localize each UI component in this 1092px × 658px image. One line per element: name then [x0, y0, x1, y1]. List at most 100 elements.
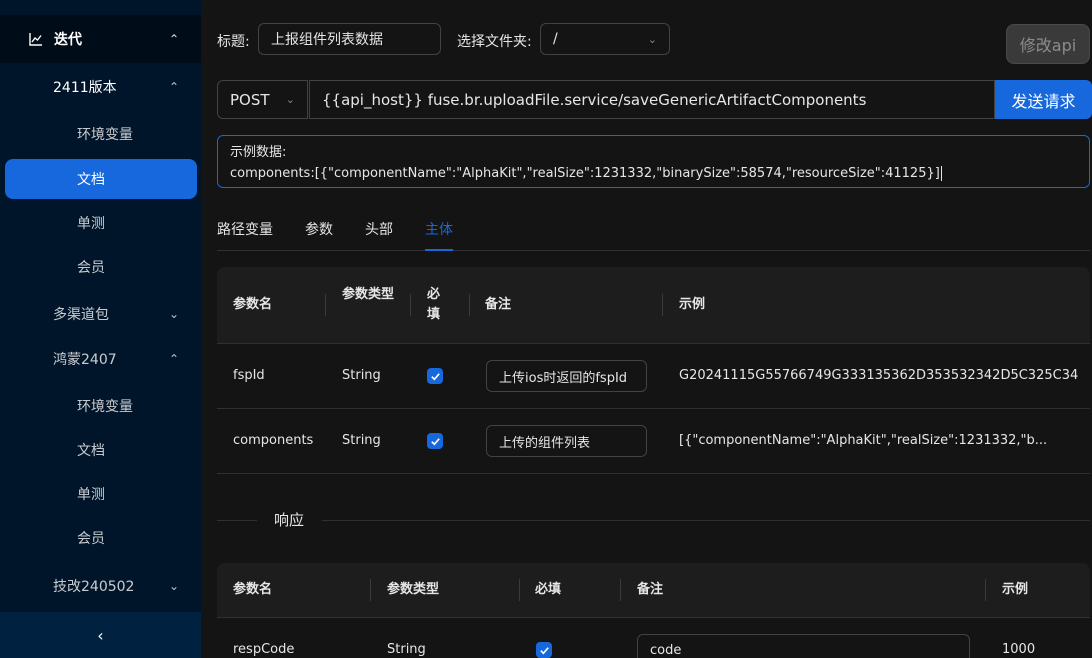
sidebar-item-2411[interactable]: 2411版本 ⌃ — [0, 67, 201, 107]
param-example: 1000 — [1002, 642, 1036, 657]
tab-path-variables[interactable]: 路径变量 — [217, 219, 273, 239]
modify-api-button[interactable]: 修改api — [1006, 24, 1090, 64]
chevron-up-icon: ⌃ — [168, 32, 179, 46]
col-header-example: 示例 — [1002, 582, 1029, 597]
tab-active-indicator — [425, 249, 453, 251]
title-label: 标题: — [217, 34, 250, 50]
response-divider: 响应 — [217, 508, 1090, 532]
tab-headers[interactable]: 头部 — [365, 219, 393, 239]
table-row: respCode String code 1000 — [217, 618, 1090, 658]
folder-label: 选择文件夹: — [457, 34, 532, 50]
sidebar-item-harmony[interactable]: 鸿蒙2407 ⌃ — [0, 339, 201, 379]
note-value: 上传的组件列表 — [499, 435, 591, 451]
column-separator — [519, 579, 520, 601]
note-input[interactable]: 上传ios时返回的fspId — [486, 360, 647, 392]
required-checkbox[interactable] — [427, 368, 443, 384]
title-input-value: 上报组件列表数据 — [271, 32, 383, 48]
text-caret — [940, 166, 942, 181]
sidebar-collapse-button[interactable]: ‹ — [0, 612, 201, 658]
request-tabs: 路径变量 参数 头部 主体 — [217, 210, 1090, 251]
chevron-left-icon: ‹ — [97, 625, 104, 645]
column-separator — [370, 579, 371, 601]
divider-line — [322, 520, 1090, 521]
body-params-table: 参数名 参数类型 必填 备注 示例 fspId String 上传ios时返回的… — [217, 267, 1090, 474]
example-data-title: 示例数据: — [230, 145, 287, 160]
col-header-required: 必填 — [535, 582, 562, 597]
check-icon — [430, 437, 440, 445]
example-data-text: components:[{"componentName":"AlphaKit",… — [230, 166, 940, 181]
col-header-type: 参数类型 — [342, 287, 395, 302]
param-type: String — [342, 368, 381, 383]
col-header-required: 必填 — [427, 287, 441, 322]
sidebar-root-iteration[interactable]: 迭代 ⌃ — [0, 15, 201, 63]
method-select[interactable]: POST ⌄ — [217, 80, 308, 119]
url-input[interactable]: {{api_host}} fuse.br.uploadFile.service/… — [309, 80, 995, 119]
send-request-label: 发送请求 — [1011, 91, 1076, 111]
method-value: POST — [230, 90, 270, 109]
column-separator — [325, 294, 326, 316]
sidebar: 迭代 ⌃ 2411版本 ⌃ 环境变量 文档 单测 会员 多渠道包 ⌄ 鸿蒙240… — [0, 0, 201, 658]
param-example: [{"componentName":"AlphaKit","realSize":… — [679, 433, 1048, 448]
col-header-example: 示例 — [679, 297, 706, 312]
table-row: components String 上传的组件列表 [{"componentNa… — [217, 409, 1090, 474]
title-input[interactable]: 上报组件列表数据 — [258, 23, 441, 55]
modify-api-label: 修改api — [1019, 36, 1077, 55]
param-type: String — [342, 433, 381, 448]
response-params-table: 参数名 参数类型 必填 备注 示例 respCode String code 1… — [217, 563, 1090, 658]
sidebar-item-member-2[interactable]: 会员 — [0, 518, 201, 558]
chevron-down-icon: ⌄ — [168, 579, 179, 593]
sidebar-item-tech-240502[interactable]: 技改240502 ⌄ — [0, 566, 201, 606]
table-header: 参数名 参数类型 必填 备注 示例 — [217, 563, 1090, 618]
divider-line — [217, 520, 257, 521]
sidebar-item-label: 单测 — [77, 216, 105, 232]
sidebar-item-env-vars-2[interactable]: 环境变量 — [0, 386, 201, 426]
table-header: 参数名 参数类型 必填 备注 示例 — [217, 267, 1090, 344]
sidebar-item-label: 多渠道包 — [53, 307, 109, 323]
table-row: fspId String 上传ios时返回的fspId G20241115G55… — [217, 344, 1090, 409]
param-type: String — [387, 642, 426, 657]
param-name: respCode — [233, 642, 295, 657]
sidebar-item-label: 2411版本 — [53, 80, 117, 96]
sidebar-item-member[interactable]: 会员 — [0, 247, 201, 287]
sidebar-item-env-vars[interactable]: 环境变量 — [0, 114, 201, 154]
sidebar-item-label: 会员 — [77, 260, 105, 276]
sidebar-item-docs-2[interactable]: 文档 — [0, 430, 201, 470]
col-header-name: 参数名 — [233, 297, 273, 312]
example-data-textarea[interactable]: 示例数据: components:[{"componentName":"Alph… — [217, 135, 1090, 188]
sidebar-item-label: 环境变量 — [77, 127, 133, 143]
line-chart-icon — [29, 33, 42, 46]
column-separator — [985, 579, 986, 601]
col-header-note: 备注 — [485, 297, 512, 312]
required-checkbox[interactable] — [427, 433, 443, 449]
response-divider-label: 响应 — [274, 511, 305, 529]
tab-body[interactable]: 主体 — [425, 219, 453, 239]
chevron-down-icon: ⌄ — [285, 93, 295, 106]
sidebar-item-label: 会员 — [77, 531, 105, 547]
check-icon — [539, 646, 549, 654]
param-example: G20241115G55766749G333135362D353532342D5… — [679, 368, 1079, 383]
required-checkbox[interactable] — [536, 642, 552, 658]
note-input[interactable]: 上传的组件列表 — [486, 425, 647, 457]
column-separator — [469, 294, 470, 316]
column-separator — [620, 579, 621, 601]
chevron-up-icon: ⌃ — [168, 352, 179, 366]
note-value: code — [650, 642, 682, 658]
col-header-note: 备注 — [637, 582, 664, 597]
col-header-type: 参数类型 — [387, 582, 440, 597]
note-input[interactable]: code — [637, 634, 970, 658]
sidebar-item-label: 文档 — [77, 172, 105, 188]
example-data-body: components:[{"componentName":"AlphaKit",… — [230, 163, 1077, 184]
sidebar-item-unit-test-2[interactable]: 单测 — [0, 474, 201, 514]
param-name: fspId — [233, 368, 265, 383]
sidebar-item-multichannel[interactable]: 多渠道包 ⌄ — [0, 294, 201, 334]
folder-select[interactable]: / ⌄ — [540, 23, 670, 55]
sidebar-item-unit-test[interactable]: 单测 — [0, 203, 201, 243]
chevron-down-icon: ⌄ — [168, 307, 179, 321]
send-request-button[interactable]: 发送请求 — [995, 80, 1092, 119]
sidebar-item-label: 鸿蒙2407 — [53, 352, 117, 368]
sidebar-item-docs-active[interactable]: 文档 — [5, 159, 197, 199]
tab-params[interactable]: 参数 — [305, 219, 333, 239]
col-header-name: 参数名 — [233, 582, 273, 597]
check-icon — [430, 372, 440, 380]
note-value: 上传ios时返回的fspId — [499, 370, 628, 386]
